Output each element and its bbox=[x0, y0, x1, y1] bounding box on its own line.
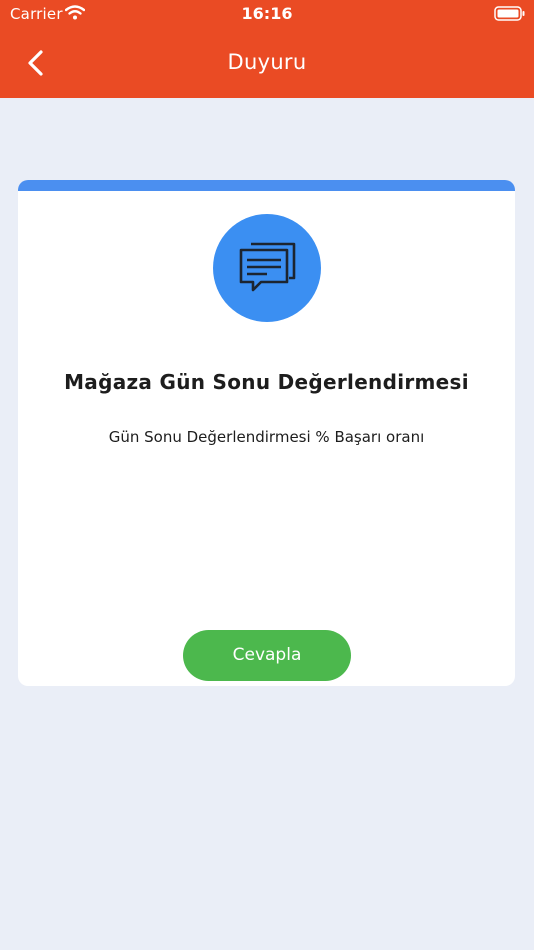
status-time: 16:16 bbox=[241, 4, 293, 23]
page-title: Duyuru bbox=[227, 50, 307, 74]
top-bar: Carrier 16:16 Duyuru bbox=[0, 0, 534, 98]
battery-icon bbox=[494, 6, 526, 26]
navigation-bar: Duyuru bbox=[0, 28, 534, 98]
message-icon-circle bbox=[213, 214, 321, 322]
announcement-description: Gün Sonu Değerlendirmesi % Başarı oranı bbox=[108, 428, 425, 446]
announcement-card: Mağaza Gün Sonu Değerlendirmesi Gün Sonu… bbox=[18, 180, 515, 686]
chat-bubbles-icon bbox=[239, 242, 296, 292]
announcement-title: Mağaza Gün Sonu Değerlendirmesi bbox=[64, 370, 469, 394]
card-accent-bar bbox=[18, 180, 515, 191]
reply-button[interactable]: Cevapla bbox=[183, 630, 351, 681]
status-bar: Carrier 16:16 bbox=[0, 0, 534, 28]
